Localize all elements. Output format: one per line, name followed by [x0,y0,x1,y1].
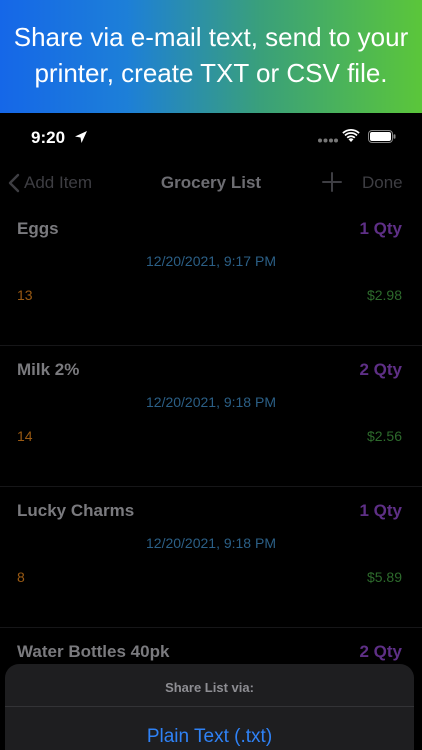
item-price: $2.56 [366,428,402,444]
list-item[interactable]: Lucky Charms 1 Qty 12/20/2021, 9:18 PM 8… [0,486,422,627]
wifi-icon [342,129,360,142]
battery-icon [368,130,396,143]
item-qty: 2 Qty [359,642,402,661]
promo-banner: Share via e-mail text, send to your prin… [0,0,422,113]
item-name: Water Bottles 40pk [17,642,170,661]
list-item[interactable]: Milk 2% 2 Qty 12/20/2021, 9:18 PM 14 $2.… [0,345,422,486]
list-item[interactable]: Eggs 1 Qty 12/20/2021, 9:17 PM 13 $2.98 [0,205,422,345]
item-number: 13 [17,287,33,303]
banner-line-1: Share via e-mail text, send to your [13,22,409,52]
status-bar: 9:20 [0,113,422,161]
item-name: Lucky Charms [17,501,135,520]
item-qty: 1 Qty [359,219,402,238]
share-sheet: Share List via: Plain Text (.txt) [5,664,414,750]
item-date: 12/20/2021, 9:18 PM [146,394,276,410]
share-sheet-heading: Share List via: [165,680,254,695]
item-qty: 2 Qty [359,360,402,379]
phone-screen: 9:20 Add Item Grocery List Done Eggs 1 Q… [0,113,422,750]
item-date: 12/20/2021, 9:17 PM [146,253,276,269]
page-title: Grocery List [160,173,262,192]
banner-line-2: printer, create TXT or CSV file. [34,58,388,88]
item-price: $5.89 [366,569,402,585]
divider [5,706,414,707]
done-button[interactable]: Done [362,173,403,193]
signal-dots-icon [318,138,338,143]
plus-icon[interactable] [322,172,342,192]
item-number: 14 [17,428,33,444]
item-number: 8 [17,569,25,585]
item-name: Eggs [17,219,59,238]
item-date: 12/20/2021, 9:18 PM [146,535,276,551]
navigation-bar: Add Item Grocery List Done [0,161,422,205]
location-arrow-icon [75,131,87,143]
item-qty: 1 Qty [359,501,402,520]
plain-text-option[interactable]: Plain Text (.txt) [5,726,414,748]
item-price: $2.98 [366,287,402,303]
status-time: 9:20 [31,128,66,147]
item-name: Milk 2% [17,360,80,379]
